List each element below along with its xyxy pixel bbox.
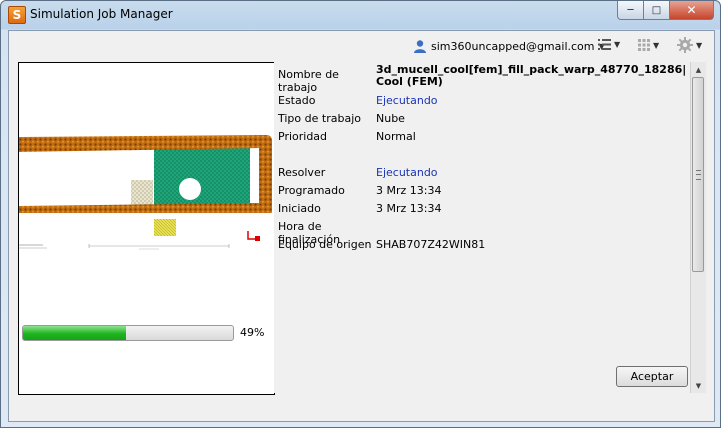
scale-bar [19,219,260,250]
origin-machine-value: SHAB707Z42WIN81 [376,238,486,251]
window-title: Simulation Job Manager [30,7,173,21]
close-button[interactable]: ✕ [670,1,714,20]
vertical-scrollbar[interactable]: ▲ ▼ [690,62,706,393]
progress-fill [23,326,126,340]
detail-label: Programado [278,184,345,197]
user-icon [414,40,426,53]
user-email: sim360uncapped@gmail.com [431,39,595,53]
minimize-button[interactable]: ─ [617,1,644,20]
user-menu[interactable]: sim360uncapped@gmail.com ▼ [413,39,605,53]
detail-label: Equipo de origen [278,238,372,251]
detail-row: Equipo de origen SHAB707Z42WIN81 [278,238,485,251]
gear-icon [677,37,693,53]
scroll-down-icon[interactable]: ▼ [691,378,706,393]
scheduled-value: 3 Mrz 13:34 [376,184,442,197]
title-bar: S Simulation Job Manager ─ □ ✕ [1,1,720,29]
scroll-up-icon[interactable]: ▲ [691,62,706,77]
detail-row: Resolver Ejecutando [278,166,438,179]
detail-label: Resolver [278,166,326,179]
detail-row: Programado 3 Mrz 13:34 [278,184,441,197]
toolbar: sim360uncapped@gmail.com ▼ ▼ ▼ ▼ [9,31,714,61]
detail-row: Estado Ejecutando [278,94,438,107]
maximize-icon: □ [651,4,662,16]
detail-label: Tipo de trabajo [278,112,361,125]
detail-label: Estado [278,94,316,107]
progress-percent: 49% [240,326,265,339]
simulation-thumbnail [19,63,274,213]
job-name-value: 3d_mucell_cool[fem]_fill_pack_warp_48770… [376,63,687,88]
scroll-thumb[interactable] [692,77,704,272]
priority-value: Normal [376,130,416,143]
job-details: Nombre de trabajo 3d_mucell_cool[fem]_fi… [274,62,706,393]
detail-row: Prioridad Normal [278,130,416,143]
solver-value: Ejecutando [376,166,438,179]
detail-row: Nombre de trabajo 3d_mucell_cool[fem]_fi… [278,63,687,95]
settings-button[interactable]: ▼ [677,37,702,53]
grid-icon [638,39,650,51]
minimize-icon: ─ [627,4,634,16]
detail-label: Prioridad [278,130,328,143]
job-type-value: Nube [376,112,405,125]
chevron-down-icon: ▼ [696,40,703,50]
grid-view-button[interactable]: ▼ [638,39,659,51]
started-value: 3 Mrz 13:34 [376,202,442,215]
grip-icon [696,170,701,180]
progress-bar [22,325,234,341]
detail-row: Iniciado 3 Mrz 13:34 [278,202,441,215]
detail-label: Nombre de trabajo [278,68,339,94]
app-icon: S [8,6,26,24]
list-view-button[interactable]: ▼ [598,39,620,50]
close-icon: ✕ [686,3,697,17]
chevron-down-icon: ▼ [614,40,621,49]
list-icon [598,39,611,50]
client-area: sim360uncapped@gmail.com ▼ ▼ ▼ ▼ 49% Nom… [8,30,715,422]
status-value: Ejecutando [376,94,438,107]
app-window: S Simulation Job Manager ─ □ ✕ sim360unc… [0,0,721,428]
simulation-preview: 49% [18,62,275,395]
accept-button[interactable]: Aceptar [616,366,688,387]
window-controls: ─ □ ✕ [617,1,714,20]
detail-label: Iniciado [278,202,321,215]
chevron-down-icon: ▼ [653,40,660,50]
maximize-button[interactable]: □ [644,1,670,20]
detail-row: Tipo de trabajo Nube [278,112,405,125]
